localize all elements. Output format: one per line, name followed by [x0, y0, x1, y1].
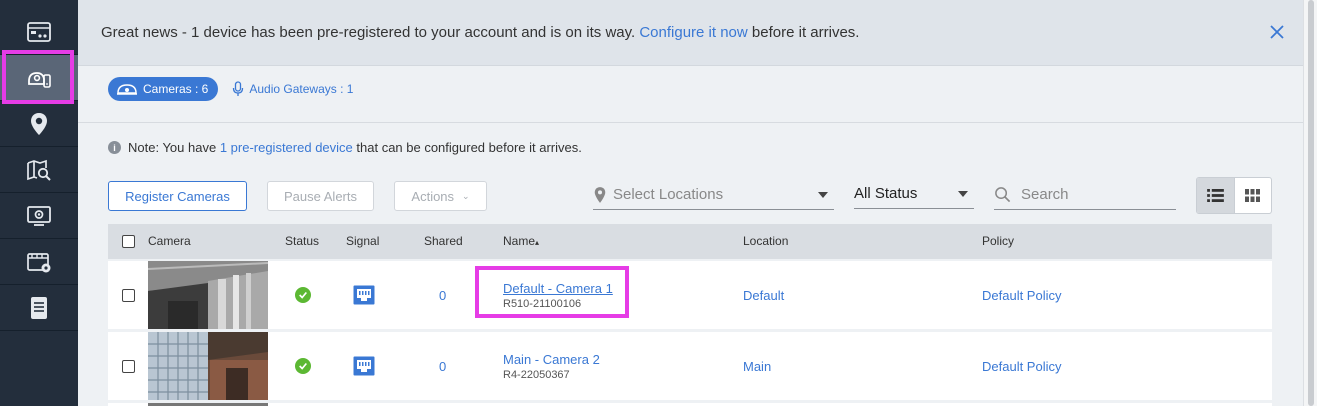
column-header-policy[interactable]: Policy [982, 234, 1014, 248]
policy-link[interactable]: Default Policy [982, 359, 1061, 374]
dropdown-arrow-icon [818, 192, 828, 198]
actions-label: Actions [411, 188, 455, 204]
shared-count-link[interactable]: 0 [439, 359, 446, 374]
note-suffix: that can be configured before it arrives… [352, 140, 582, 155]
shared-count-link[interactable]: 0 [439, 288, 446, 303]
configure-now-link[interactable]: Configure it now [639, 24, 747, 41]
banner-text-after: before it arrives. [747, 24, 860, 41]
page-scrollbar[interactable] [1303, 0, 1317, 406]
chevron-down-icon: ⌄ [462, 190, 470, 201]
table-row[interactable]: 0 Main - Camera 2 R4-22050367 Main Defau… [108, 332, 1272, 400]
sidebar-item-map-search[interactable] [0, 147, 78, 193]
table-header: Camera Status Signal Shared Name▴ Locati… [108, 224, 1272, 259]
status-online-icon [295, 358, 311, 374]
policy-link[interactable]: Default Policy [982, 288, 1061, 303]
column-header-name-label: Name [503, 234, 536, 248]
column-header-camera: Camera [148, 234, 191, 248]
sort-ascending-icon: ▴ [535, 238, 540, 247]
status-select[interactable]: All Status [854, 179, 974, 209]
close-icon[interactable] [1267, 22, 1287, 42]
camera-table: Camera Status Signal Shared Name▴ Locati… [108, 224, 1272, 406]
locations-select[interactable]: Select Locations [593, 180, 834, 210]
row-checkbox[interactable] [122, 360, 135, 373]
preregistered-device-link[interactable]: 1 pre-registered device [220, 140, 353, 155]
ethernet-icon [353, 356, 375, 376]
camera-name-cell: Main - Camera 2 R4-22050367 [503, 352, 600, 381]
sidebar-item-video-archive[interactable] [0, 239, 78, 285]
info-icon: i [108, 141, 121, 154]
sidebar-item-reports[interactable] [0, 285, 78, 331]
camera-thumbnail[interactable] [148, 332, 268, 400]
camera-serial: R510-21100106 [503, 298, 582, 310]
sidebar-item-locations[interactable] [0, 101, 78, 147]
table-row[interactable]: 0 Default - Camera 1 R510-21100106 Defau… [108, 261, 1272, 329]
microphone-icon [233, 81, 244, 96]
dashboard-icon [27, 21, 51, 42]
camera-name-link[interactable]: Main - Camera 2 [503, 352, 600, 367]
grid-view-icon [1245, 189, 1261, 202]
tab-audio-label: Audio Gateways : 1 [249, 82, 354, 96]
column-header-name[interactable]: Name▴ [503, 234, 539, 248]
preregistered-note: i Note: You have 1 pre-registered device… [108, 140, 582, 155]
document-icon [31, 296, 47, 319]
status-online-icon [295, 287, 311, 303]
grid-view-button[interactable] [1235, 178, 1272, 213]
location-link[interactable]: Main [743, 359, 771, 374]
tab-cameras-label: Cameras : 6 [143, 82, 209, 96]
column-header-shared[interactable]: Shared [424, 234, 463, 248]
camera-snapshot-image [148, 261, 268, 329]
film-settings-icon [27, 252, 51, 272]
search-placeholder: Search [1021, 186, 1069, 203]
locations-placeholder: Select Locations [613, 186, 724, 203]
camera-icon [117, 84, 137, 95]
scrollbar-thumb[interactable] [1308, 0, 1314, 406]
view-toggle [1196, 177, 1272, 214]
map-pin-icon [31, 112, 47, 135]
sidebar [0, 0, 78, 406]
register-cameras-button[interactable]: Register Cameras [108, 181, 247, 211]
preregistration-banner: Great news - 1 device has been pre-regis… [78, 0, 1303, 66]
location-link[interactable]: Default [743, 288, 784, 303]
list-view-icon [1206, 189, 1224, 202]
status-select-value: All Status [854, 185, 918, 202]
tab-cameras[interactable]: Cameras : 6 [108, 77, 219, 101]
camera-device-icon [28, 71, 51, 88]
search-input[interactable]: Search [994, 180, 1176, 210]
camera-thumbnail[interactable] [148, 261, 268, 329]
list-view-button[interactable] [1197, 178, 1235, 213]
section-divider [78, 122, 1303, 123]
dropdown-arrow-icon [958, 191, 968, 197]
note-prefix: Note: You have [128, 140, 220, 155]
map-search-icon [27, 159, 51, 181]
banner-text-before: Great news - 1 device has been pre-regis… [101, 24, 640, 41]
select-all-checkbox[interactable] [122, 235, 135, 248]
map-pin-icon [594, 186, 606, 203]
camera-snapshot-image [148, 332, 268, 400]
monitor-camera-icon [27, 205, 51, 226]
row-checkbox[interactable] [122, 289, 135, 302]
camera-name-cell: Default - Camera 1 R510-21100106 [503, 281, 613, 310]
camera-serial: R4-22050367 [503, 369, 570, 381]
column-header-signal[interactable]: Signal [346, 234, 379, 248]
device-type-tabs: Cameras : 6 Audio Gateways : 1 [108, 77, 353, 101]
sidebar-item-dashboard[interactable] [0, 9, 78, 55]
column-header-status[interactable]: Status [285, 234, 319, 248]
tab-audio-gateways[interactable]: Audio Gateways : 1 [232, 81, 353, 97]
pause-alerts-button[interactable]: Pause Alerts [267, 181, 374, 211]
column-header-location[interactable]: Location [743, 234, 788, 248]
actions-dropdown[interactable]: Actions ⌄ [394, 181, 487, 211]
sidebar-item-devices[interactable] [0, 55, 78, 101]
ethernet-icon [353, 285, 375, 305]
search-icon [995, 187, 1011, 203]
camera-name-link[interactable]: Default - Camera 1 [503, 281, 613, 296]
sidebar-item-monitor[interactable] [0, 193, 78, 239]
